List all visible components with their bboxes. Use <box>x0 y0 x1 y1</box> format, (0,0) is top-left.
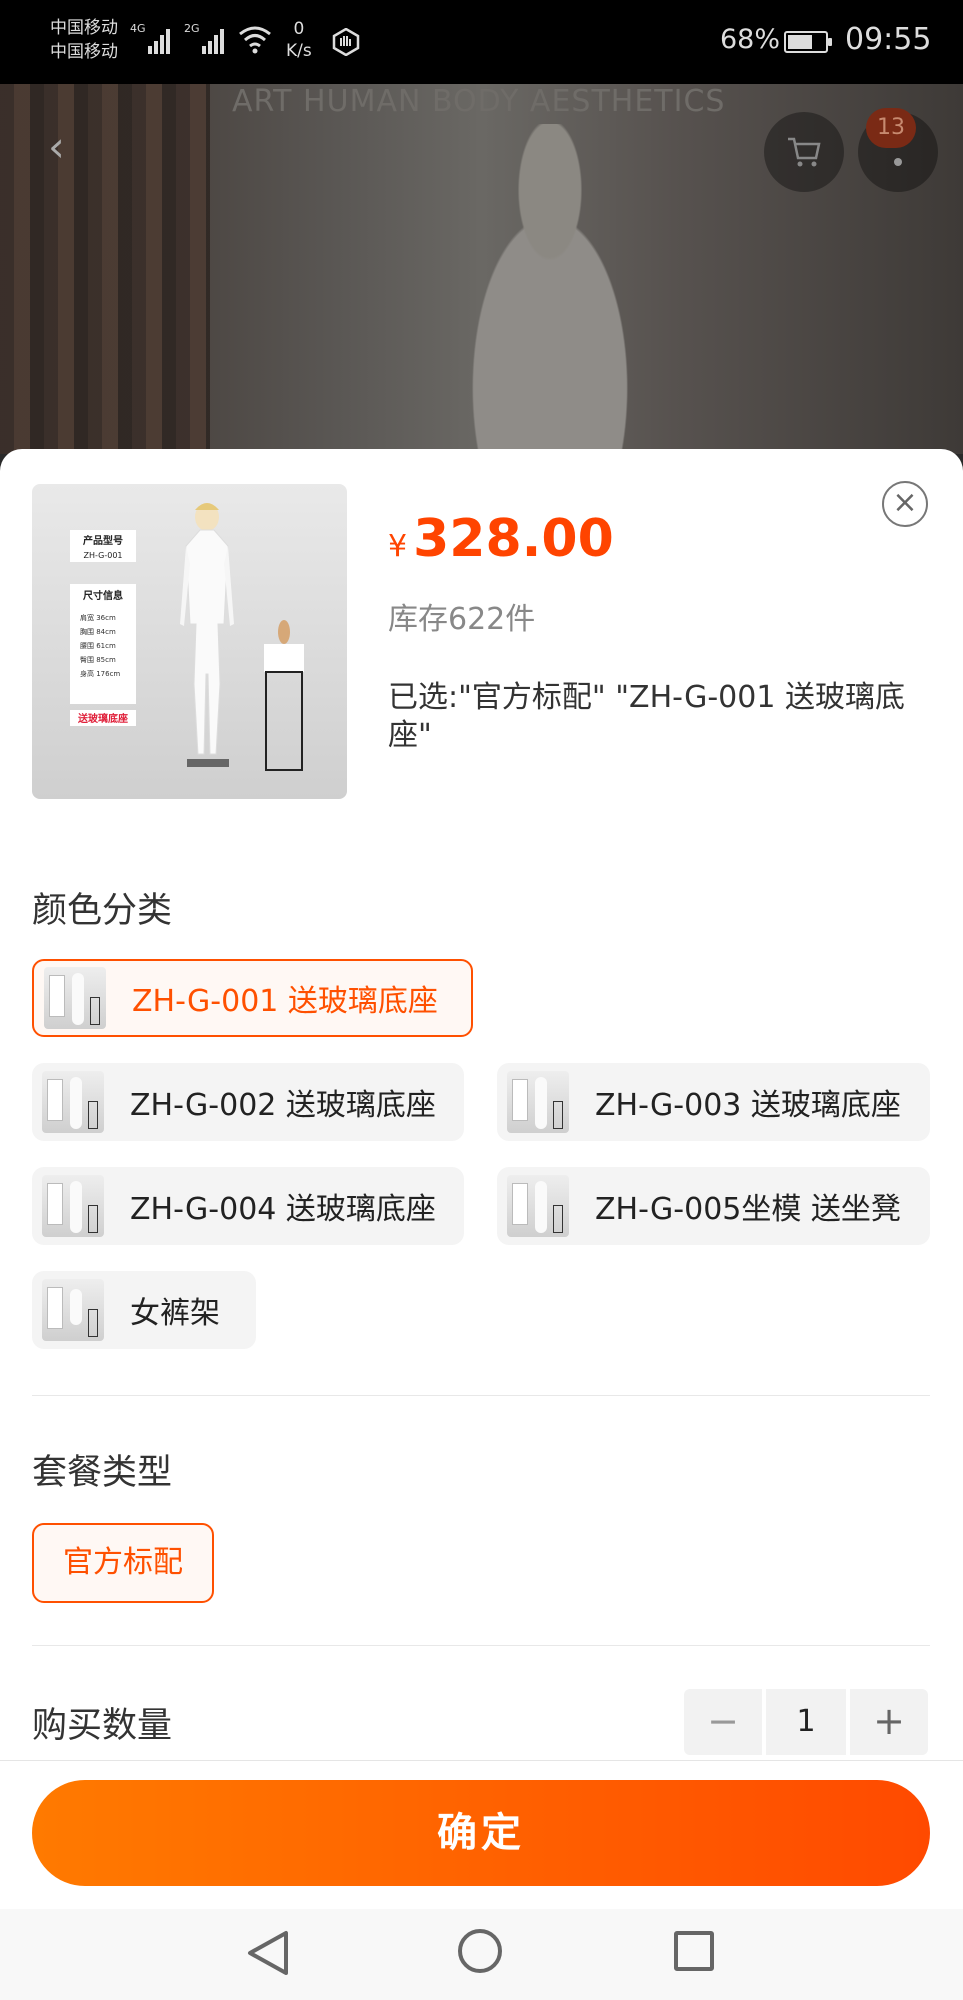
color-option-5[interactable]: ZH-G-005坐模 送坐凳 <box>497 1167 930 1245</box>
thumb-size-1: 肩宽 36cm <box>80 613 116 622</box>
cart-icon <box>788 137 821 167</box>
back-arrow-icon[interactable]: ‹ <box>48 122 65 171</box>
selected-summary: 已选:"官方标配" "ZH-G-001 送玻璃底座" <box>388 680 905 753</box>
price-value: 328.00 <box>413 509 614 569</box>
network-speed-value: 0 <box>293 19 305 39</box>
network-speed-unit: K/s <box>286 41 312 61</box>
option-thumbnail <box>42 1071 104 1133</box>
hand-icon <box>332 28 360 56</box>
color-option-label: 女裤架 <box>130 1296 220 1331</box>
color-option-2[interactable]: ZH-G-002 送玻璃底座 <box>32 1063 464 1141</box>
clock: 09:55 <box>845 22 932 57</box>
mannequin-image <box>430 124 670 454</box>
package-section-title: 套餐类型 <box>32 1453 173 1493</box>
thumb-model-label: 产品型号 <box>83 534 123 547</box>
quantity-decrease-button[interactable]: − <box>684 1689 762 1755</box>
price-currency: ¥ <box>388 529 408 564</box>
network-type-1: 4G <box>130 22 146 35</box>
battery-icon <box>784 31 832 53</box>
color-option-1[interactable]: ZH-G-001 送玻璃底座 <box>32 959 473 1037</box>
nav-home-icon[interactable] <box>458 1929 502 1973</box>
thumb-tag: 送玻璃底座 <box>77 712 128 725</box>
thumb-size-2: 胸围 84cm <box>80 627 116 636</box>
carrier-2: 中国移动 <box>50 42 118 62</box>
more-dots-icon <box>894 158 902 166</box>
close-button[interactable]: × <box>882 481 928 527</box>
system-nav-bar <box>0 1909 963 2000</box>
color-option-label: ZH-G-003 送玻璃底座 <box>595 1088 901 1123</box>
thumb-size-3: 腰围 61cm <box>80 642 116 650</box>
thumb-model-value: ZH-G-001 <box>83 551 122 560</box>
color-section-title: 颜色分类 <box>32 891 173 931</box>
quantity-increase-button[interactable]: + <box>850 1689 928 1755</box>
quantity-section-title: 购买数量 <box>32 1706 173 1746</box>
product-thumbnail[interactable]: 产品型号 ZH-G-001 尺寸信息 肩宽 36cm 胸围 84cm 腰围 61… <box>32 484 347 799</box>
product-page-background: ART HUMAN BODY AESTHETICS ‹ 13 <box>0 84 963 454</box>
network-type-2: 2G <box>184 22 200 35</box>
divider <box>32 1645 930 1646</box>
clothing-rack-image <box>0 84 210 454</box>
cart-button[interactable] <box>764 112 844 192</box>
color-option-label: ZH-G-004 送玻璃底座 <box>130 1192 436 1227</box>
thumb-size-4: 臀围 85cm <box>80 656 116 664</box>
nav-recents-icon[interactable] <box>674 1931 714 1971</box>
option-thumbnail <box>44 967 106 1029</box>
color-option-4[interactable]: ZH-G-004 送玻璃底座 <box>32 1167 464 1245</box>
quantity-value[interactable]: 1 <box>766 1689 846 1755</box>
quantity-stepper: − 1 + <box>684 1689 928 1755</box>
option-thumbnail <box>507 1175 569 1237</box>
product-thumbnail-image: 产品型号 ZH-G-001 尺寸信息 肩宽 36cm 胸围 84cm 腰围 61… <box>70 503 304 771</box>
stock-count: 库存622件 <box>388 602 536 637</box>
carrier-names: 中国移动 中国移动 <box>50 16 118 64</box>
footer-divider <box>0 1760 963 1761</box>
color-option-label: ZH-G-002 送玻璃底座 <box>130 1088 436 1123</box>
option-thumbnail <box>507 1071 569 1133</box>
signal-icon <box>148 26 174 54</box>
sku-selection-sheet: 产品型号 ZH-G-001 尺寸信息 肩宽 36cm 胸围 84cm 腰围 61… <box>0 449 963 1909</box>
option-thumbnail <box>42 1279 104 1341</box>
battery-percent: 68% <box>720 24 781 55</box>
color-option-label: ZH-G-001 送玻璃底座 <box>132 984 438 1019</box>
color-option-label: ZH-G-005坐模 送坐凳 <box>595 1192 901 1227</box>
network-speed: 0 K/s <box>286 18 312 62</box>
close-icon: × <box>892 485 918 520</box>
thumb-size-5: 身高 176cm <box>80 669 120 678</box>
package-option-official[interactable]: 官方标配 <box>32 1523 214 1603</box>
color-option-6[interactable]: 女裤架 <box>32 1271 256 1349</box>
price: ¥328.00 <box>388 509 614 569</box>
confirm-button[interactable]: 确定 <box>32 1780 930 1886</box>
nav-back-icon[interactable] <box>246 1929 290 1977</box>
signal-icon-2 <box>202 26 228 54</box>
wifi-icon <box>239 26 271 54</box>
status-bar: 中国移动 中国移动 4G 2G 0 K/s 68% 09:55 <box>0 0 963 84</box>
color-option-3[interactable]: ZH-G-003 送玻璃底座 <box>497 1063 930 1141</box>
option-thumbnail <box>42 1175 104 1237</box>
thumb-size-label: 尺寸信息 <box>83 589 123 602</box>
cart-count-badge: 13 <box>866 108 916 148</box>
divider <box>32 1395 930 1396</box>
page-banner: ART HUMAN BODY AESTHETICS <box>232 84 726 119</box>
carrier-1: 中国移动 <box>50 18 118 38</box>
